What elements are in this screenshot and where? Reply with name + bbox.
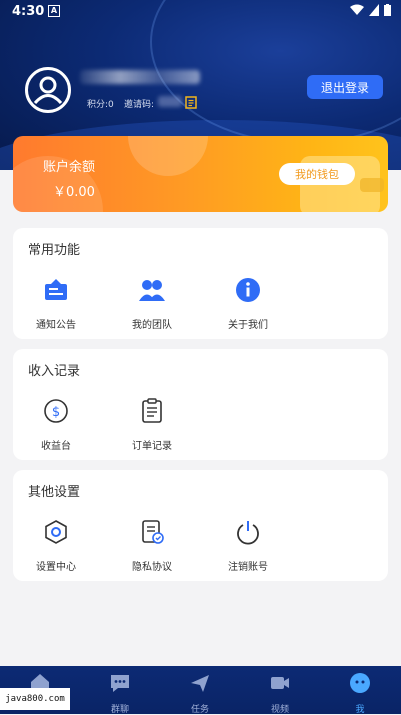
- logout-button[interactable]: 退出登录: [307, 75, 383, 99]
- notification-a-icon: A: [48, 5, 60, 17]
- announcement-icon: [45, 279, 67, 300]
- tab-group-chat[interactable]: 群聊: [90, 672, 150, 715]
- tab-label: 群聊: [110, 705, 129, 715]
- order-records-item[interactable]: 订单记录: [117, 397, 187, 452]
- watermark: java800.com: [0, 688, 70, 710]
- points-label: 积分:0: [87, 100, 114, 110]
- item-label: 注销账号: [228, 562, 268, 573]
- privacy-policy-item[interactable]: 隐私协议: [117, 518, 187, 573]
- svg-text:$: $: [52, 405, 60, 420]
- team-icon: [139, 280, 165, 301]
- section-title: 收入记录: [28, 364, 81, 379]
- tab-me[interactable]: 我: [330, 672, 390, 715]
- user-avatar-icon: [33, 76, 63, 105]
- common-functions-card: 常用功能 通知公告 我的团队 关于我们: [13, 228, 388, 339]
- item-label: 收益台: [41, 441, 71, 452]
- privacy-document-icon: [142, 520, 164, 544]
- income-records-card: 收入记录 $ 收益台 订单记录: [13, 349, 388, 460]
- my-wallet-button[interactable]: 我的钱包: [279, 163, 355, 185]
- tab-tasks[interactable]: 任务: [170, 672, 230, 715]
- copy-icon[interactable]: [185, 96, 197, 109]
- hexagon-settings-icon: [45, 520, 67, 544]
- deactivate-account-item[interactable]: 注销账号: [213, 518, 283, 573]
- balance-title: 账户余额: [43, 160, 96, 175]
- earnings-item[interactable]: $ 收益台: [21, 397, 91, 452]
- about-us-item[interactable]: 关于我们: [213, 276, 283, 331]
- username-redacted: [80, 70, 200, 84]
- card-decoration: [128, 136, 208, 176]
- team-item[interactable]: 我的团队: [117, 276, 187, 331]
- item-label: 我的团队: [132, 320, 172, 331]
- item-label: 设置中心: [36, 562, 76, 573]
- info-icon: [236, 278, 260, 302]
- other-settings-card: 其他设置 设置中心 隐私协议 注销账号: [13, 470, 388, 581]
- me-chat-icon: [350, 673, 370, 693]
- item-label: 订单记录: [132, 441, 172, 452]
- status-icons: [350, 4, 391, 16]
- power-icon: [237, 521, 259, 545]
- invite-code-redacted: [158, 96, 182, 107]
- status-time: 4:30: [12, 4, 45, 19]
- wifi-icon: [350, 4, 364, 15]
- announcement-item[interactable]: 通知公告: [21, 276, 91, 331]
- item-label: 隐私协议: [132, 562, 172, 573]
- avatar[interactable]: [25, 67, 71, 113]
- invite-code-label: 邀请码:: [124, 100, 155, 110]
- send-icon: [191, 675, 209, 692]
- chat-icon: [111, 675, 129, 692]
- section-title: 常用功能: [28, 243, 81, 258]
- item-label: 通知公告: [36, 320, 76, 331]
- tab-label: 任务: [190, 705, 209, 715]
- tab-video[interactable]: 视频: [250, 672, 310, 715]
- tab-label: 视频: [270, 705, 289, 715]
- tab-label: 我: [355, 705, 365, 715]
- balance-amount: ￥0.00: [53, 185, 95, 200]
- wallet-clasp: [360, 178, 384, 192]
- balance-card: 账户余额 ￥0.00 我的钱包: [13, 136, 388, 212]
- dollar-coin-icon: $: [44, 399, 68, 423]
- section-title: 其他设置: [28, 485, 81, 500]
- video-icon: [271, 677, 289, 689]
- status-bar: 4:30 A: [0, 0, 401, 24]
- item-label: 关于我们: [228, 320, 268, 331]
- settings-center-item[interactable]: 设置中心: [21, 518, 91, 573]
- clipboard-icon: [142, 398, 162, 423]
- signal-icon: [369, 4, 379, 16]
- battery-icon: [384, 4, 391, 16]
